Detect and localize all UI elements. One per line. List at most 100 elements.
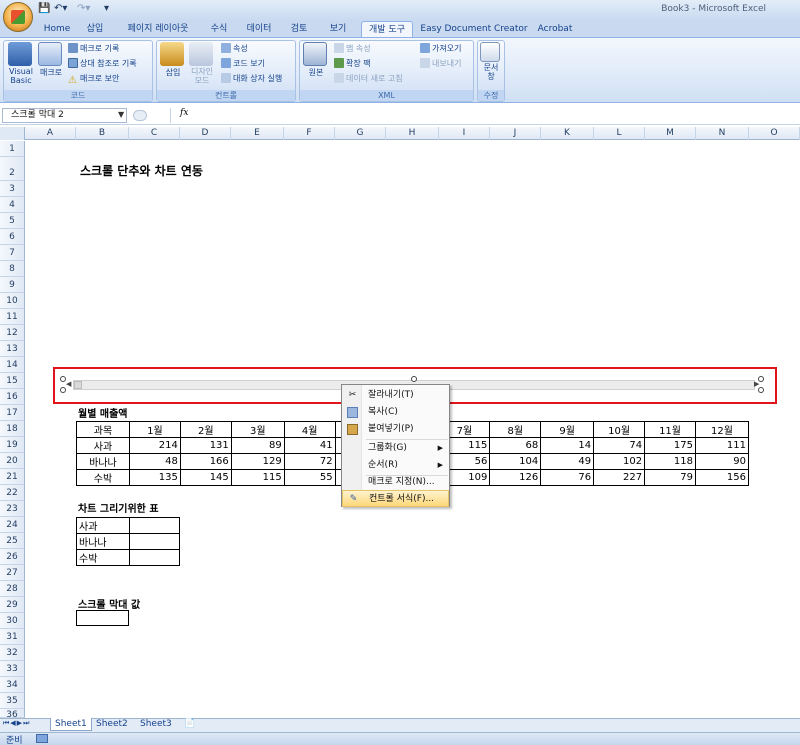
macro-record-status-icon[interactable] — [36, 734, 48, 743]
qat-customize-icon[interactable]: ▾ — [104, 3, 109, 16]
view-code-button[interactable]: 코드 보기 — [221, 58, 265, 69]
row-header[interactable]: 9 — [0, 277, 25, 293]
tab-acrobat[interactable]: Acrobat — [534, 21, 576, 37]
table-cell[interactable]: 126 — [489, 469, 542, 486]
row-header[interactable]: 10 — [0, 293, 25, 309]
row-header[interactable]: 14 — [0, 357, 25, 373]
column-header-l[interactable]: L — [594, 127, 645, 140]
row-header[interactable]: 20 — [0, 453, 25, 469]
run-dialog-button[interactable]: 대화 상자 실행 — [221, 73, 282, 84]
table-cell[interactable]: 14 — [540, 437, 595, 454]
office-button[interactable] — [3, 2, 33, 32]
table-header-cell[interactable]: 12월 — [695, 421, 749, 438]
row-header[interactable]: 30 — [0, 613, 25, 629]
column-header-j[interactable]: J — [490, 127, 541, 140]
refresh-data-button[interactable]: 데이터 새로 고침 — [334, 73, 403, 84]
tab-insert[interactable]: 삽입 — [80, 21, 110, 37]
row-header[interactable]: 21 — [0, 469, 25, 485]
macro-button[interactable]: 매크로 — [37, 42, 65, 78]
row-header[interactable]: 16 — [0, 389, 25, 405]
table-cell[interactable]: 115 — [230, 469, 285, 486]
table-cell[interactable]: 수박 — [76, 549, 130, 566]
select-all-corner[interactable] — [0, 127, 25, 140]
resize-handle[interactable] — [758, 387, 764, 393]
row-header[interactable]: 2 — [0, 157, 25, 181]
table-cell[interactable]: 135 — [128, 469, 181, 486]
table-header-cell[interactable]: 4월 — [283, 421, 336, 438]
column-header-d[interactable]: D — [180, 127, 231, 140]
sheet-tab-sheet1[interactable]: Sheet1 — [50, 718, 92, 731]
menu-item-order[interactable]: 순서(R) ▶ — [342, 457, 449, 474]
menu-item-cut[interactable]: ✂ 잘라내기(T) — [342, 387, 449, 404]
formula-bar-expand-icon[interactable] — [133, 110, 147, 121]
row-header[interactable]: 15 — [0, 373, 25, 389]
table-cell[interactable]: 118 — [644, 453, 696, 470]
table-cell[interactable]: 사과 — [76, 517, 130, 534]
row-header[interactable]: 12 — [0, 325, 25, 341]
table-cell[interactable]: 74 — [593, 437, 646, 454]
scroll-left-arrow-icon[interactable]: ◀ — [66, 380, 71, 388]
tab-easy-document-creator[interactable]: Easy Document Creator — [420, 21, 528, 37]
scroll-value-cell[interactable] — [76, 610, 129, 626]
tab-review[interactable]: 검토 — [284, 21, 314, 37]
table-cell[interactable] — [128, 533, 181, 550]
table-header-cell[interactable]: 1월 — [128, 421, 181, 438]
relative-reference-button[interactable]: 상대 참조로 기록 — [68, 58, 137, 69]
tab-developer[interactable]: 개발 도구 — [361, 21, 413, 37]
table-header-cell[interactable]: 2월 — [179, 421, 232, 438]
column-header-c[interactable]: C — [129, 127, 180, 140]
name-box[interactable]: 스크롤 막대 2 — [2, 108, 127, 123]
row-header[interactable]: 32 — [0, 645, 25, 661]
table-header-cell[interactable]: 9월 — [540, 421, 595, 438]
macro-security-button[interactable]: ⚠ 매크로 보안 — [68, 73, 119, 86]
export-button[interactable]: 내보내기 — [420, 58, 461, 69]
table-cell[interactable]: 111 — [695, 437, 749, 454]
table-cell[interactable]: 166 — [179, 453, 232, 470]
row-header[interactable]: 7 — [0, 245, 25, 261]
row-header[interactable]: 35 — [0, 693, 25, 709]
table-cell[interactable] — [128, 549, 181, 566]
row-header[interactable]: 33 — [0, 661, 25, 677]
row-header[interactable]: 17 — [0, 405, 25, 421]
row-header[interactable]: 5 — [0, 213, 25, 229]
table-header-cell[interactable]: 과목 — [76, 421, 130, 438]
column-header-a[interactable]: A — [25, 127, 76, 140]
save-icon[interactable]: 💾 — [38, 3, 50, 16]
column-header-h[interactable]: H — [386, 127, 439, 140]
table-cell[interactable]: 49 — [540, 453, 595, 470]
table-header-cell[interactable]: 10월 — [593, 421, 646, 438]
table-cell[interactable]: 48 — [128, 453, 181, 470]
resize-handle[interactable] — [60, 387, 66, 393]
row-header[interactable]: 19 — [0, 437, 25, 453]
table-header-cell[interactable]: 3월 — [230, 421, 285, 438]
table-cell[interactable]: 바나나 — [76, 533, 130, 550]
table-cell[interactable]: 227 — [593, 469, 646, 486]
row-header[interactable]: 34 — [0, 677, 25, 693]
row-header[interactable]: 22 — [0, 485, 25, 501]
table-cell[interactable]: 89 — [230, 437, 285, 454]
formula-input[interactable] — [170, 108, 800, 123]
table-cell[interactable]: 수박 — [76, 469, 130, 486]
column-header-g[interactable]: G — [335, 127, 386, 140]
row-header[interactable]: 24 — [0, 517, 25, 533]
row-header[interactable]: 26 — [0, 549, 25, 565]
row-header[interactable]: 6 — [0, 229, 25, 245]
column-header-n[interactable]: N — [696, 127, 749, 140]
row-header[interactable]: 8 — [0, 261, 25, 277]
sheet-navigation-arrows-icon[interactable]: ⏮◀▶⏭ — [3, 719, 30, 728]
table-cell[interactable]: 76 — [540, 469, 595, 486]
table-cell[interactable]: 156 — [695, 469, 749, 486]
undo-icon[interactable]: ↶▾ — [54, 3, 67, 16]
tab-view[interactable]: 보기 — [318, 21, 358, 37]
row-header[interactable]: 27 — [0, 565, 25, 581]
table-cell[interactable]: 72 — [283, 453, 336, 470]
table-cell[interactable]: 129 — [230, 453, 285, 470]
column-header-e[interactable]: E — [231, 127, 284, 140]
row-header[interactable]: 23 — [0, 501, 25, 517]
menu-item-paste[interactable]: 붙여넣기(P) — [342, 421, 449, 438]
row-header[interactable]: 4 — [0, 197, 25, 213]
table-cell[interactable]: 41 — [283, 437, 336, 454]
record-macro-button[interactable]: 매크로 기록 — [68, 43, 119, 54]
row-header[interactable]: 3 — [0, 181, 25, 197]
row-header[interactable]: 18 — [0, 421, 25, 437]
